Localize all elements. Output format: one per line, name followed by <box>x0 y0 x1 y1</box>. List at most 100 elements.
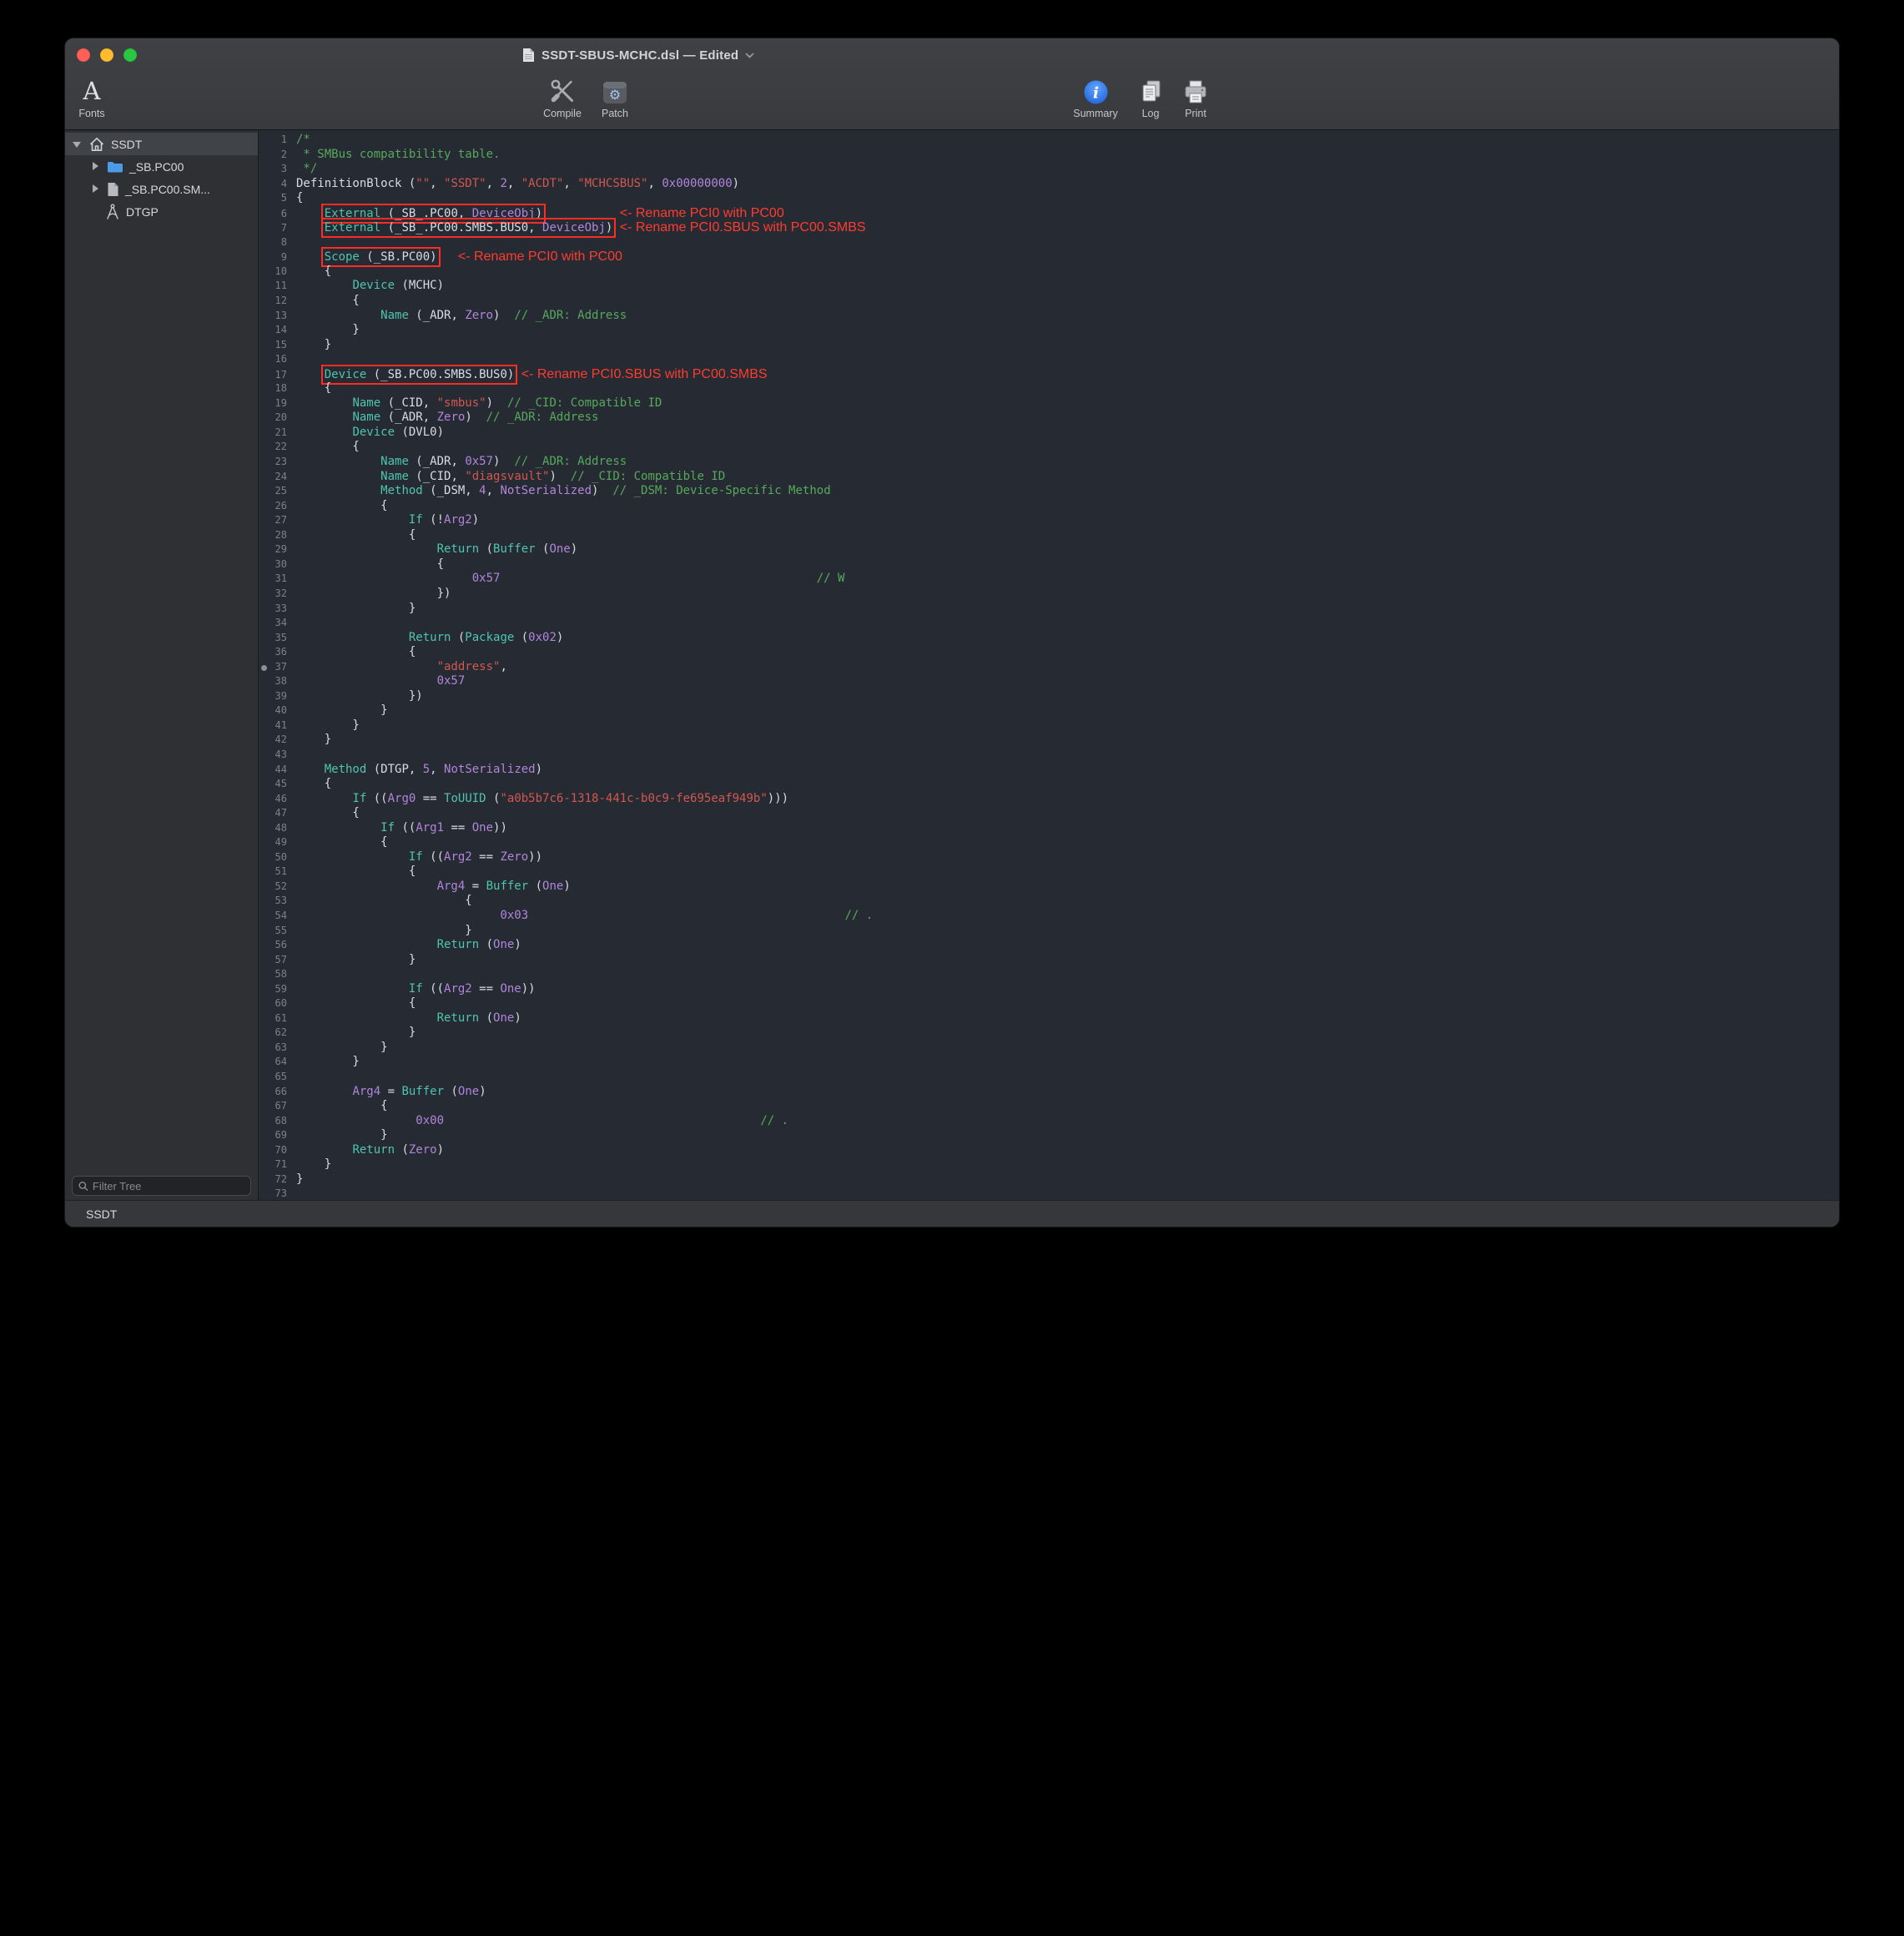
line-number: 34 <box>259 616 287 631</box>
code-token: Return <box>352 1143 395 1157</box>
code-token: = <box>465 880 486 893</box>
code-line: 16 <box>259 352 1839 367</box>
code-line: 62 } <box>259 1026 1839 1041</box>
code-token: ) <box>592 484 612 497</box>
disclosure-closed-icon[interactable] <box>90 184 101 194</box>
disclosure-closed-icon[interactable] <box>90 161 101 172</box>
code-token: ( <box>451 631 465 644</box>
code-token: { <box>296 381 331 395</box>
code-token <box>296 660 437 673</box>
toolbar-button-patch[interactable]: ⚙ Patch <box>589 75 641 119</box>
code-token <box>296 309 380 322</box>
code-token: ) <box>437 1143 444 1157</box>
code-token: ) <box>514 938 521 951</box>
svg-text:⚙: ⚙ <box>609 87 621 103</box>
code-token: { <box>296 777 331 790</box>
code-text: Return (Buffer (One) <box>296 542 577 556</box>
line-number: 51 <box>259 865 287 880</box>
code-token: One <box>500 982 521 996</box>
code-token: DeviceObj <box>542 221 606 234</box>
code-line: 4DefinitionBlock ("", "SSDT", 2, "ACDT",… <box>259 177 1839 192</box>
code-token: One <box>549 542 570 556</box>
line-number: 22 <box>259 440 287 455</box>
toolbar-button-print[interactable]: Print <box>1173 75 1218 119</box>
toolbar-label: Print <box>1185 108 1206 119</box>
code-token: 0x00000000 <box>662 177 732 190</box>
code-token: Buffer <box>493 542 536 556</box>
code-token <box>296 880 437 893</box>
chevron-down-icon[interactable] <box>745 53 754 58</box>
code-text: 0x57 <box>296 674 465 688</box>
toolbar-button-fonts[interactable]: A Fonts <box>70 75 113 119</box>
line-number: 55 <box>259 924 287 939</box>
code-token: Name <box>380 309 409 322</box>
code-token <box>296 572 472 585</box>
code-token: Arg2 <box>444 513 472 527</box>
line-number: 32 <box>259 587 287 602</box>
code-token <box>296 426 352 439</box>
code-token: (_SB_.PC00, <box>380 207 472 220</box>
line-number: 7 <box>259 221 287 236</box>
code-text: Scope (_SB.PC00) <- Rename PCI0 with PC0… <box>296 250 622 264</box>
code-token: == <box>416 792 444 805</box>
code-token: "MCHCSBUS" <box>577 177 647 190</box>
line-number: 42 <box>259 733 287 748</box>
toolbar-button-log[interactable]: Log <box>1130 75 1171 119</box>
code-token <box>542 207 620 220</box>
code-text: } <box>296 323 360 336</box>
filter-tree-input[interactable] <box>93 1180 244 1192</box>
code-token: Arg2 <box>444 982 472 996</box>
line-number: 11 <box>259 279 287 294</box>
code-text: { <box>296 835 388 849</box>
line-number: 62 <box>259 1026 287 1041</box>
code-text: } <box>296 1055 360 1068</box>
code-line: 9 Scope (_SB.PC00) <- Rename PCI0 with P… <box>259 250 1839 265</box>
code-token: { <box>296 894 472 907</box>
sidebar-item-sb-pc00[interactable]: _SB.PC00 <box>65 155 258 178</box>
code-token: Method <box>325 763 367 776</box>
code-text: Name (_ADR, Zero) // _ADR: Address <box>296 411 598 424</box>
toolbar-label: Compile <box>543 108 582 119</box>
code-token: // W <box>817 572 845 585</box>
code-token: */ <box>296 162 317 175</box>
code-token: 0x57 <box>472 572 501 585</box>
code-text: Name (_ADR, Zero) // _ADR: Address <box>296 309 627 322</box>
close-button[interactable] <box>77 48 90 62</box>
code-token: { <box>296 865 416 878</box>
folder-icon <box>107 160 123 174</box>
code-token: ) <box>536 763 542 776</box>
minimize-button[interactable] <box>100 48 113 62</box>
code-line: 53 { <box>259 894 1839 909</box>
sidebar-item-dtgp[interactable]: DTGP <box>65 200 258 223</box>
code-editor[interactable]: 1/*2 * SMBus compatibility table.3 */4De… <box>259 131 1839 1200</box>
code-token: Zero <box>437 411 466 424</box>
code-line: 52 Arg4 = Buffer (One) <box>259 880 1839 895</box>
code-line: 51 { <box>259 865 1839 880</box>
sidebar-item-ssdt[interactable]: SSDT <box>65 133 258 155</box>
code-token: ) <box>536 207 542 220</box>
line-number: 10 <box>259 265 287 280</box>
code-line: 39 }) <box>259 689 1839 704</box>
line-number: 63 <box>259 1041 287 1056</box>
code-line: 40 } <box>259 703 1839 718</box>
code-text: } <box>296 1172 303 1186</box>
sidebar-item-sb-pc00-smbs[interactable]: _SB.PC00.SM... <box>65 178 258 200</box>
code-line: 41 } <box>259 718 1839 734</box>
line-number: 48 <box>259 821 287 836</box>
code-token: // _ADR: Address <box>486 411 599 424</box>
rename-annotation: <- Rename PCI0 with PC00 <box>458 250 622 264</box>
line-number: 5 <box>259 191 287 206</box>
code-text: External (_SB_.PC00.SMBS.BUS0, DeviceObj… <box>296 221 866 234</box>
code-token: , <box>500 660 506 673</box>
code-token: ( <box>479 1011 493 1025</box>
code-token: ( <box>536 542 550 556</box>
toolbar-button-compile[interactable]: Compile <box>536 75 589 119</box>
code-token: == <box>472 850 501 864</box>
zoom-button[interactable] <box>123 48 137 62</box>
code-token <box>296 763 325 776</box>
disclosure-open-icon[interactable] <box>72 139 83 149</box>
code-line: 21 Device (DVL0) <box>259 426 1839 441</box>
code-line: 45 { <box>259 777 1839 792</box>
toolbar-button-summary[interactable]: i Summary <box>1070 75 1121 119</box>
code-token <box>296 674 437 688</box>
